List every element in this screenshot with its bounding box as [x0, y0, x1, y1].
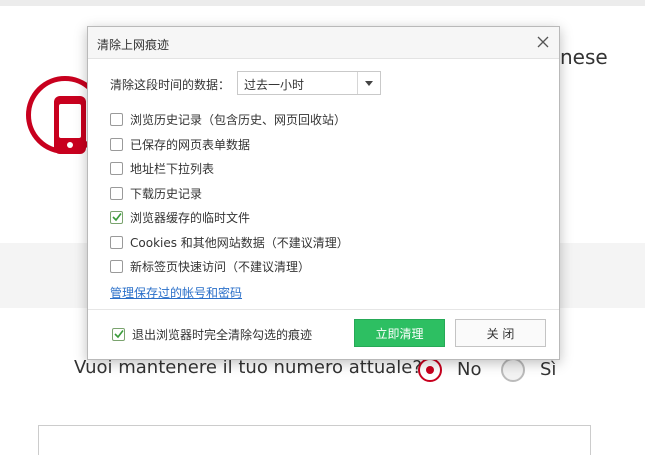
time-range-row: 清除这段时间的数据： 过去一小时	[110, 71, 381, 97]
clear-option-checkbox[interactable]	[110, 259, 123, 273]
dialog-title: 清除上网痕迹	[97, 38, 170, 52]
clear-option-checkbox[interactable]	[110, 235, 123, 249]
time-range-value: 过去一小时	[244, 78, 305, 92]
clear-option-checkbox[interactable]	[110, 161, 123, 175]
page-title-fragment: nese	[560, 45, 608, 69]
time-range-select[interactable]: 过去一小时	[237, 71, 381, 95]
clear-option-cache[interactable]: 浏览器缓存的临时文件	[110, 208, 250, 226]
clear-option-new-tab[interactable]: 新标签页快速访问（不建议清理）	[110, 257, 310, 275]
clear-option-history[interactable]: 浏览历史记录（包含历史、网页回收站）	[110, 110, 346, 128]
clear-now-button[interactable]: 立即清理	[354, 319, 445, 347]
clear-on-exit-checkbox[interactable]	[112, 327, 125, 341]
clear-browsing-data-dialog: 清除上网痕迹 清除这段时间的数据： 过去一小时 浏览历史记录（包含历史、网页回收…	[87, 26, 560, 360]
clear-option-checkbox[interactable]	[110, 210, 123, 224]
keep-number-question: Vuoi mantenere il tuo numero attuale?	[74, 357, 422, 378]
manage-saved-accounts-link[interactable]: 管理保存过的帐号和密码	[110, 284, 242, 301]
clear-on-exit-option[interactable]: 退出浏览器时完全清除勾选的痕迹	[112, 325, 312, 343]
dialog-divider	[88, 309, 559, 310]
clear-option-label: 地址栏下拉列表	[130, 161, 215, 176]
clear-option-label: 浏览器缓存的临时文件	[130, 210, 251, 225]
page-input-box[interactable]	[38, 425, 591, 455]
clear-option-form-data[interactable]: 已保存的网页表单数据	[110, 135, 250, 153]
radio-si-label[interactable]: Sì	[540, 359, 556, 380]
clear-option-cookies[interactable]: Cookies 和其他网站数据（不建议清理）	[110, 233, 349, 251]
radio-no[interactable]	[418, 358, 442, 382]
clear-option-address-bar[interactable]: 地址栏下拉列表	[110, 159, 214, 177]
page-top-border	[0, 0, 645, 6]
time-range-label: 清除这段时间的数据：	[110, 77, 231, 92]
clear-option-label: 浏览历史记录（包含历史、网页回收站）	[130, 112, 347, 127]
clear-option-downloads[interactable]: 下载历史记录	[110, 184, 202, 202]
radio-si[interactable]	[501, 358, 525, 382]
close-button[interactable]: 关 闭	[455, 319, 546, 347]
clear-option-label: Cookies 和其他网站数据（不建议清理）	[130, 235, 349, 250]
clear-option-checkbox[interactable]	[110, 137, 123, 151]
close-icon[interactable]	[533, 32, 553, 52]
clear-option-checkbox[interactable]	[110, 112, 123, 126]
clear-option-label: 已保存的网页表单数据	[130, 137, 251, 152]
clear-option-label: 下载历史记录	[130, 186, 203, 201]
clear-option-checkbox[interactable]	[110, 186, 123, 200]
radio-no-label[interactable]: No	[457, 359, 481, 380]
dialog-titlebar: 清除上网痕迹	[88, 27, 559, 59]
clear-option-label: 新标签页快速访问（不建议清理）	[130, 259, 311, 274]
dropdown-arrow-icon[interactable]	[357, 72, 380, 94]
clear-on-exit-label: 退出浏览器时完全清除勾选的痕迹	[132, 327, 313, 342]
mobile-phone-icon	[54, 96, 86, 154]
